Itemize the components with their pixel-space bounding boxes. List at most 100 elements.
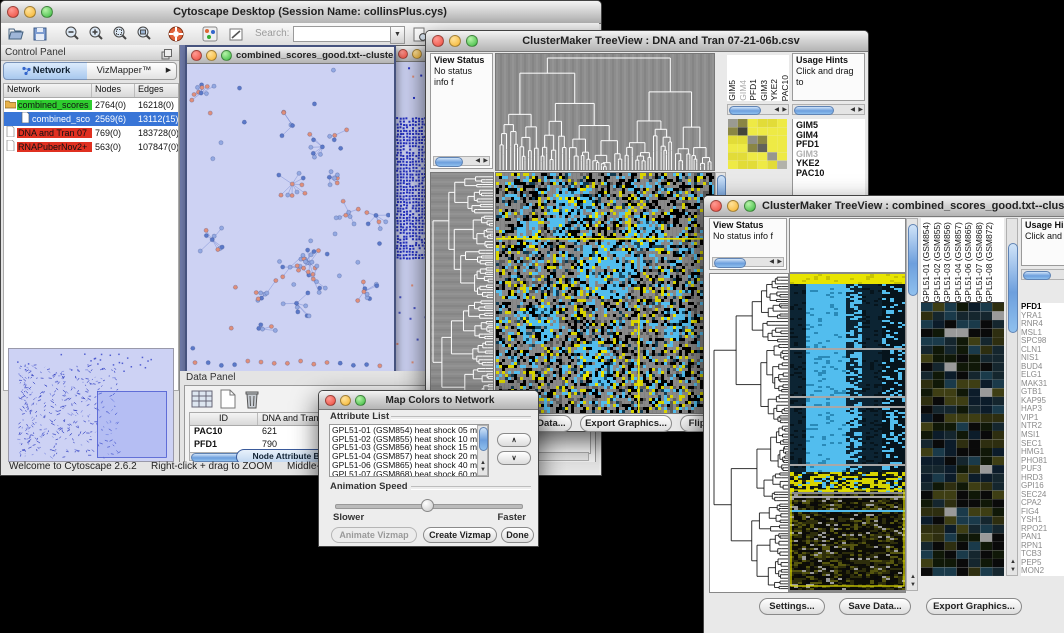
global-heatmap-canvas[interactable] (789, 273, 906, 593)
close-button[interactable] (191, 50, 202, 61)
gene-list: PFD1YRA1RNR4MSL1SPC98CLN1NIS1BUD4ELG1MAK… (1021, 303, 1064, 576)
tab-overflow-icon[interactable]: ▶ (161, 62, 177, 80)
horizontal-scrollbar[interactable]: ◀▶ (792, 104, 865, 115)
close-button[interactable] (7, 6, 19, 18)
export-graphics-button[interactable]: Export Graphics... (926, 598, 1022, 615)
table-row[interactable]: combined_sco 2569(6) 13112(15) (4, 112, 178, 126)
main-title-bar[interactable]: Cytoscape Desktop (Session Name: collins… (1, 1, 601, 24)
table-row[interactable]: DNA and Tran 07 769(0) 183728(0) (4, 126, 178, 140)
detail-horizontal-scrollbar[interactable]: ◀▶ (727, 104, 789, 115)
treeview2-column-labels: GPL51-01 (GSM854)GPL51-02 (GSM855)GPL51-… (921, 218, 1004, 303)
correlation-matrix-canvas[interactable] (728, 119, 787, 169)
network-table: Network Nodes Edges combined_scores 2764… (3, 83, 179, 391)
attribute-list-item[interactable]: GPL51-07 (GSM868) heat shock 60 min (332, 470, 486, 477)
column-label: GIM4 (738, 80, 749, 101)
usage-hints-title: Usage Hints (796, 55, 861, 66)
view-status-panel: View Status No status info f ◀▶ (709, 218, 787, 270)
search-label: Search: (255, 28, 289, 39)
treeview2-window: ClusterMaker TreeView : combined_scores_… (703, 195, 1064, 633)
treeview2-title: ClusterMaker TreeView : combined_scores_… (762, 200, 1064, 212)
column-dendrogram-canvas[interactable] (495, 53, 715, 171)
minimize-button[interactable] (412, 49, 422, 59)
column-label: GIM5 (727, 80, 738, 101)
zoom-button[interactable] (41, 6, 53, 18)
col-header-nodes[interactable]: Nodes (92, 84, 135, 97)
export-graphics-button[interactable]: Export Graphics... (580, 415, 672, 432)
search-dropdown-icon[interactable]: ▼ (390, 26, 405, 44)
control-panel-title: Control Panel (5, 47, 66, 58)
birdseye-view[interactable] (8, 348, 174, 462)
treeview1-title-bar[interactable]: ClusterMaker TreeView : DNA and Tran 07-… (426, 31, 868, 52)
move-down-button[interactable]: ∨ (497, 451, 531, 465)
minimize-button[interactable] (340, 395, 351, 406)
view-status-text: No status info f (713, 231, 783, 242)
animate-vizmap-button[interactable]: Animate Vizmap (331, 527, 417, 543)
new-document-icon[interactable] (219, 389, 237, 414)
row-dendrogram-canvas[interactable] (709, 273, 789, 593)
usage-hints-title: Usage Hints (1025, 220, 1064, 231)
search-input[interactable] (293, 26, 391, 42)
view-status-panel: View Status No status info f ◀▶ (430, 53, 493, 169)
row-label: PAC10 (796, 169, 865, 179)
save-data-button[interactable]: Save Data... (839, 598, 911, 615)
animation-speed-slider[interactable] (335, 499, 521, 511)
usage-hints-text: Click and drag to (796, 66, 861, 88)
dialog-title-bar[interactable]: Map Colors to Network (319, 391, 538, 410)
detail-heatmap-canvas[interactable] (921, 303, 1004, 576)
create-vizmap-button[interactable]: Create Vizmap (423, 527, 497, 543)
gene-label: MON2 (1021, 567, 1064, 576)
zoom-button[interactable] (355, 395, 366, 406)
horizontal-scrollbar[interactable]: ◀▶ (433, 156, 490, 166)
treeview2-title-bar[interactable]: ClusterMaker TreeView : combined_scores_… (704, 196, 1064, 217)
col-header-network[interactable]: Network (4, 84, 92, 97)
move-up-button[interactable]: ∧ (497, 433, 531, 447)
global-heatmap-canvas[interactable] (495, 172, 715, 414)
trash-icon[interactable] (243, 389, 261, 414)
view-status-title: View Status (713, 220, 783, 231)
close-button[interactable] (710, 200, 722, 212)
dialog-title: Map Colors to Network (372, 395, 508, 406)
usage-hints-panel: Usage Hints Click and drag to (792, 53, 865, 101)
zoom-button[interactable] (221, 50, 232, 61)
vertical-scrollbar[interactable]: ▲▼ (906, 218, 918, 591)
tab-network[interactable]: Network (3, 62, 89, 80)
id-column-header[interactable]: ID (190, 413, 258, 425)
minimize-button[interactable] (727, 200, 739, 212)
desktop: Cytoscape Desktop (Session Name: collins… (0, 0, 1064, 633)
attribute-list-scrollbar[interactable]: ▲▼ (477, 425, 488, 476)
usage-hints-panel: Usage Hints Click and drag to (1021, 218, 1064, 266)
zoom-button[interactable] (744, 200, 756, 212)
table-row[interactable]: RNAPuberNov2+ 563(0) 107847(0) (4, 140, 178, 154)
network-view-canvas[interactable] (187, 64, 390, 370)
row-dendrogram-canvas[interactable] (430, 172, 494, 414)
faster-label: Faster (497, 512, 526, 523)
col-header-edges[interactable]: Edges (135, 84, 178, 97)
settings-button[interactable]: Settings... (759, 598, 825, 615)
minimize-button[interactable] (206, 50, 217, 61)
minimize-button[interactable] (449, 35, 461, 47)
table-row[interactable]: combined_scores 2764(0) 16218(0) (4, 98, 178, 112)
status-left: Welcome to Cytoscape 2.6.2 (9, 461, 137, 472)
document-icon (4, 138, 17, 156)
column-tree-panel (789, 218, 906, 273)
column-label: YKE2 (769, 79, 780, 101)
treeview1-row-labels: GIM5GIM4PFD1GIM3YKE2PAC10 (792, 119, 865, 199)
close-button[interactable] (432, 35, 444, 47)
network-tab-icon (22, 66, 31, 75)
attribute-list: GPL51-01 (GSM854) heat shock 05 minGPL51… (329, 424, 489, 477)
done-button[interactable]: Done (501, 527, 534, 543)
column-label: GIM3 (759, 80, 770, 101)
close-button[interactable] (325, 395, 336, 406)
column-label: GPL51-08 (GSM872) (984, 222, 995, 302)
slider-thumb[interactable] (421, 499, 434, 512)
attribute-table-icon[interactable] (191, 389, 213, 414)
horizontal-scrollbar[interactable]: ◀▶ (712, 257, 784, 267)
attribute-list-label: Attribute List (327, 411, 392, 422)
gene-list-scrollbar[interactable]: ▲▼ (1006, 218, 1018, 576)
tab-vizmapper[interactable]: VizMapper™ (87, 62, 162, 80)
horizontal-scrollbar[interactable] (1021, 269, 1064, 280)
minimize-button[interactable] (24, 6, 36, 18)
map-colors-dialog: Map Colors to Network Attribute List GPL… (318, 390, 539, 547)
close-button[interactable] (398, 49, 408, 59)
zoom-button[interactable] (466, 35, 478, 47)
